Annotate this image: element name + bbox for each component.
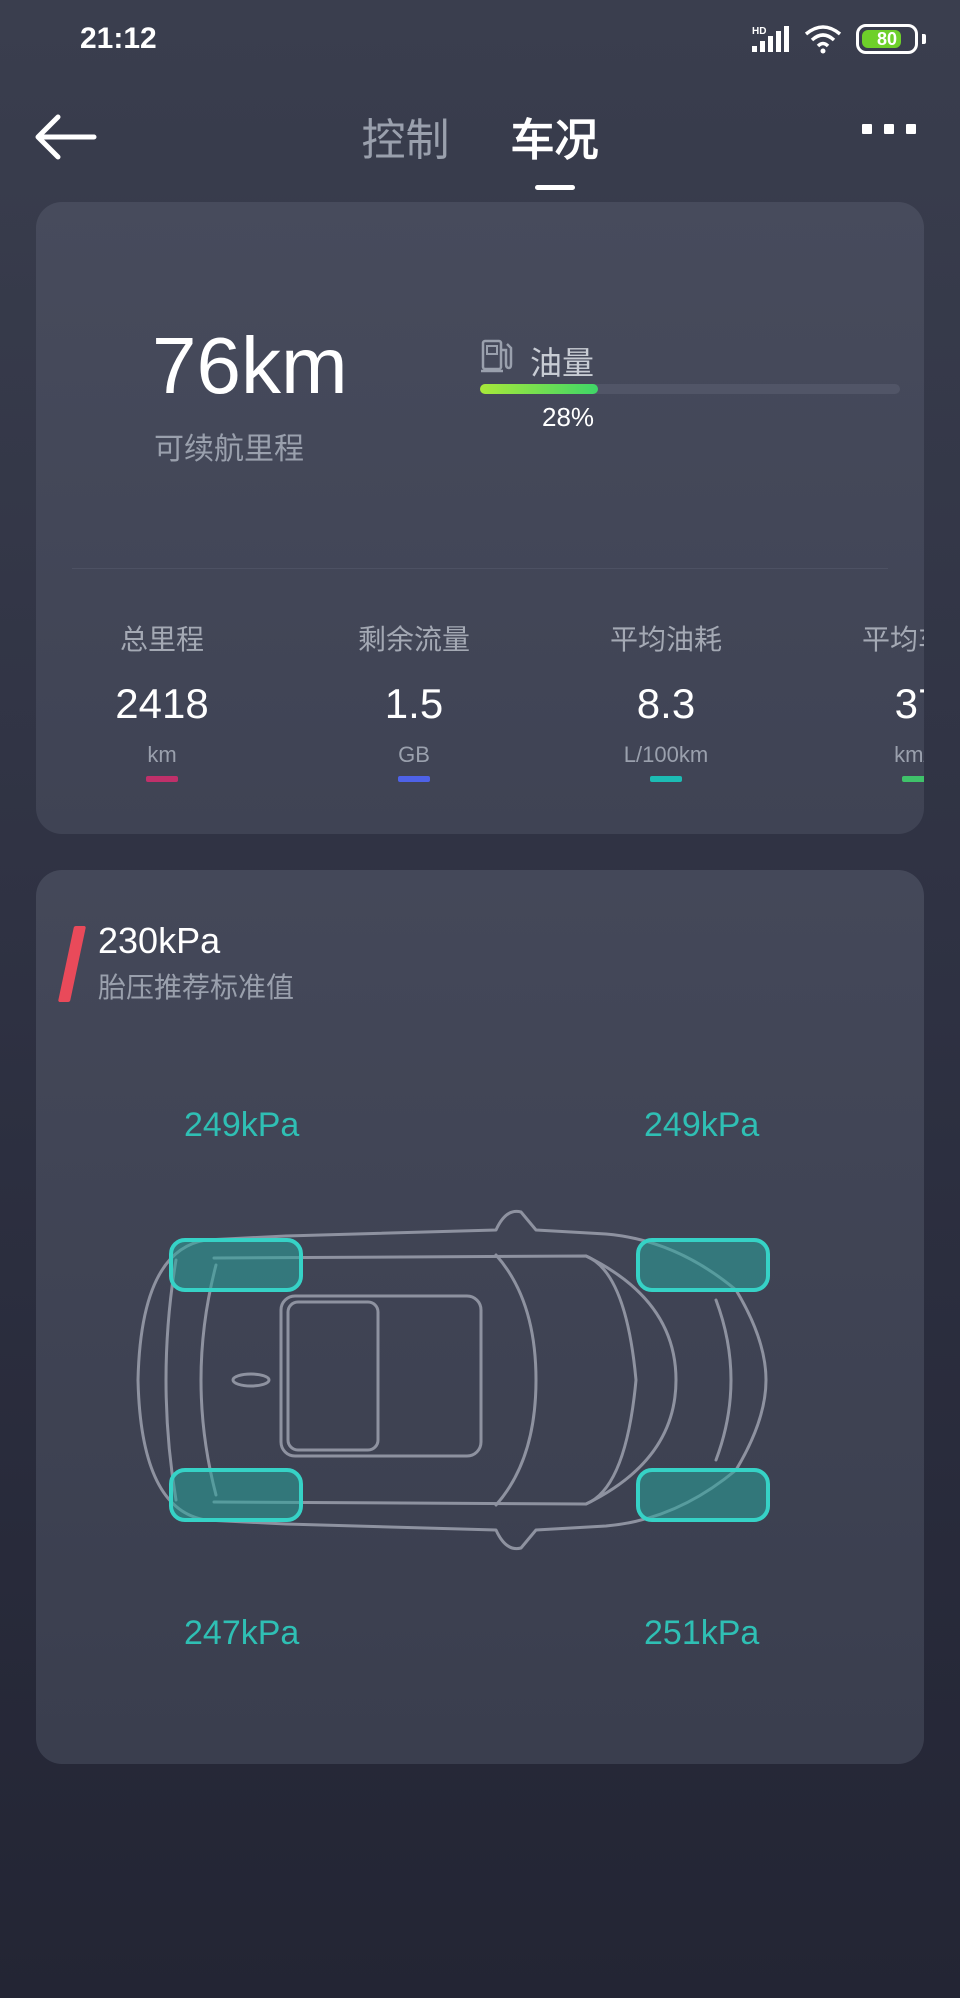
stat-unit: km/h	[894, 742, 924, 767]
tab-bar: 控制 车况	[0, 104, 960, 168]
battery-tip	[922, 34, 926, 44]
stat-color-bar	[146, 776, 178, 782]
fuel-percent: 28%	[542, 402, 595, 432]
stat-remaining-data[interactable]: 剩余流量 1.5 GB	[314, 618, 514, 782]
tab-vehicle-status[interactable]: 车况	[511, 104, 599, 168]
tire-pressure-front-left: 249kPa	[644, 1106, 760, 1144]
battery-icon: 80	[856, 24, 918, 54]
status-bar: 21:12 HD 80	[0, 0, 960, 84]
tire-rear-left	[169, 1238, 303, 1292]
stat-value: 37	[894, 680, 924, 727]
car-top-view-icon	[136, 1209, 770, 1551]
status-time: 21:12	[80, 22, 157, 55]
battery-text: 80	[876, 28, 898, 49]
hd-label: HD	[752, 26, 766, 37]
stat-unit: km	[147, 742, 177, 767]
divider	[72, 568, 888, 569]
tire-front-right	[636, 1468, 770, 1522]
stat-avg-speed[interactable]: 平均车速 37 km/h	[818, 618, 924, 782]
stats-row[interactable]: 总里程 2418 km 剩余流量 1.5 GB 平均油耗 8.3 L/100km…	[36, 618, 924, 808]
tire-pressure-card: 230kPa 胎压推荐标准值 249kPa 249kPa 247kPa 251k…	[36, 870, 924, 1764]
range-label: 可续航里程	[154, 432, 304, 467]
stat-label: 剩余流量	[357, 623, 470, 656]
standard-pressure-value: 230kPa	[98, 920, 221, 961]
more-button[interactable]	[862, 124, 916, 134]
status-icons: HD 80	[750, 24, 926, 54]
stat-color-bar	[902, 776, 924, 782]
stat-value: 2418	[115, 680, 209, 727]
stat-value: 1.5	[384, 680, 444, 727]
more-dot-icon	[884, 124, 894, 134]
fuel-label: 油量	[530, 344, 595, 382]
stat-total-mileage[interactable]: 总里程 2418 km	[62, 618, 262, 782]
stat-label: 平均油耗	[609, 623, 722, 656]
tab-control[interactable]: 控制	[361, 104, 449, 168]
range-value: 76km	[152, 321, 348, 410]
fuel-bar	[480, 384, 900, 394]
accent-bar	[57, 926, 87, 1002]
tire-rear-right	[169, 1468, 303, 1522]
tire-pressure-rear-right: 247kPa	[184, 1614, 300, 1652]
tire-pressure-front-right: 251kPa	[644, 1614, 760, 1652]
overview-card: 76km 可续航里程 油量 28% 总里程 2418 km 剩余流量 1.5 G…	[36, 202, 924, 834]
stat-label: 平均车速	[861, 623, 924, 656]
stat-unit: GB	[398, 742, 430, 767]
stat-avg-fuel[interactable]: 平均油耗 8.3 L/100km	[566, 618, 766, 782]
tire-pressure-rear-left: 249kPa	[184, 1106, 300, 1144]
top-nav: 控制 车况	[0, 96, 960, 186]
stat-color-bar	[650, 776, 682, 782]
more-dot-icon	[862, 124, 872, 134]
stat-color-bar	[398, 776, 430, 782]
wifi-icon	[804, 25, 842, 54]
fuel-pump-icon	[481, 339, 513, 373]
stat-value: 8.3	[636, 680, 696, 727]
standard-pressure-label: 胎压推荐标准值	[98, 971, 295, 1004]
stat-unit: L/100km	[623, 742, 709, 767]
signal-icon: HD	[752, 26, 789, 52]
more-dot-icon	[906, 124, 916, 134]
stat-label: 总里程	[119, 623, 204, 656]
fuel-bar-fill	[480, 384, 598, 394]
tire-front-left	[636, 1238, 770, 1292]
